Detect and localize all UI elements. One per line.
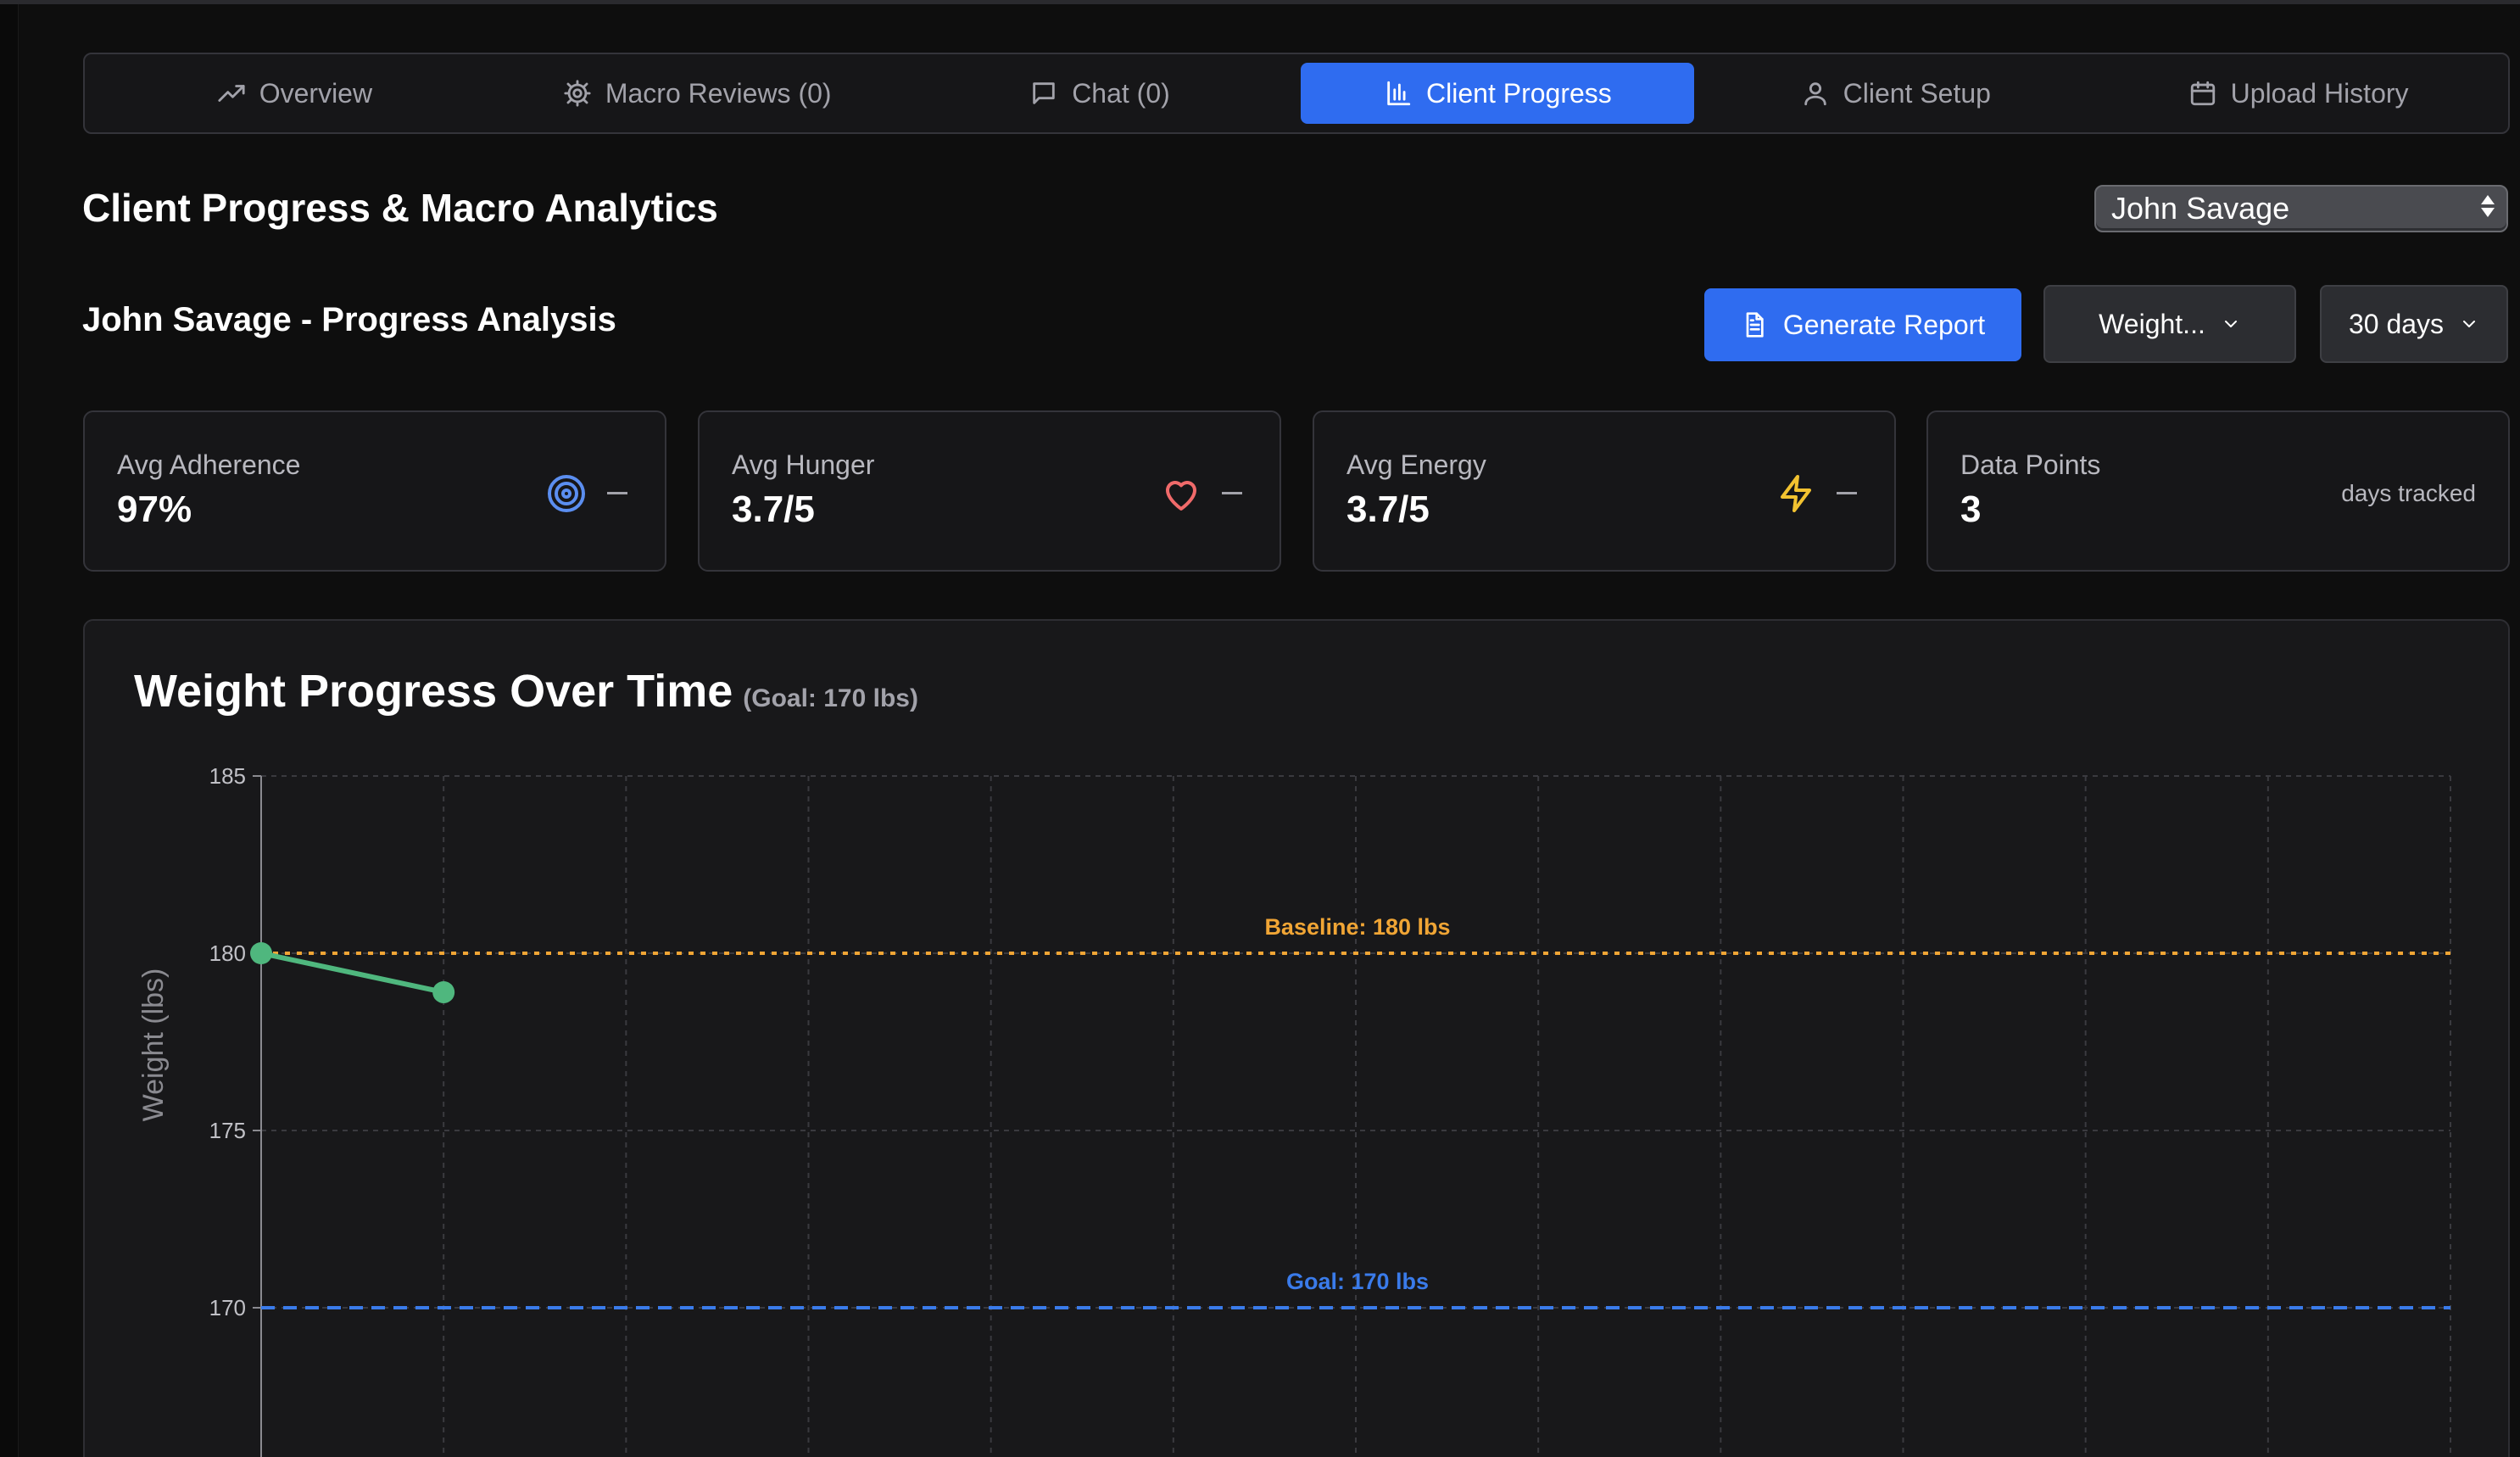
y-tick-label: 170: [209, 1295, 246, 1320]
y-tick-label: 185: [209, 763, 246, 789]
stat-card-adherence: Avg Adherence 97%: [83, 410, 666, 572]
window-top-border: [0, 0, 2520, 4]
client-select-value: John Savage: [2111, 191, 2290, 226]
generate-report-label: Generate Report: [1782, 309, 1986, 340]
tab-macro-reviews[interactable]: Macro Reviews (0): [496, 63, 899, 124]
trend-neutral-icon: [1222, 492, 1242, 494]
gear-icon: [564, 80, 591, 107]
chevron-down-icon: [2463, 321, 2476, 327]
target-icon: [546, 473, 587, 514]
stat-card-data-points: Data Points 3 days tracked: [1926, 410, 2510, 572]
generate-report-button[interactable]: Generate Report: [1704, 288, 2021, 361]
trend-neutral-icon: [607, 492, 627, 494]
stat-card-energy: Avg Energy 3.7/5: [1313, 410, 1896, 572]
tab-client-setup[interactable]: Client Setup: [1694, 63, 2097, 124]
stat-label: Data Points: [1960, 449, 2101, 480]
y-axis-label: Weight (lbs): [137, 969, 170, 1122]
range-select[interactable]: 30 days: [2320, 285, 2508, 363]
tab-label: Client Progress: [1426, 77, 1612, 109]
stat-value: 3.7/5: [732, 488, 815, 530]
weight-series-line: [259, 951, 447, 995]
document-icon: [1746, 312, 1764, 338]
left-rail: [0, 4, 19, 1457]
tab-overview[interactable]: Overview: [93, 63, 496, 124]
section-title: John Savage - Progress Analysis: [82, 301, 616, 338]
tab-label: Chat (0): [1072, 77, 1170, 109]
tab-bar: Overview Macro Reviews (0) Chat (0) Clie…: [83, 53, 2510, 134]
weight-chart-panel: Weight Progress Over Time (Goal: 170 lbs)…: [83, 619, 2510, 1457]
stat-value: 97%: [117, 488, 192, 530]
baseline-label: Baseline: 180 lbs: [1264, 914, 1450, 940]
stat-value: 3: [1960, 488, 1982, 530]
range-select-value: 30 days: [2348, 308, 2445, 339]
chat-icon: [1033, 82, 1055, 104]
chevron-down-icon: [2224, 321, 2237, 327]
tab-upload-history[interactable]: Upload History: [2097, 63, 2500, 124]
bar-chart-icon: [1387, 81, 1411, 106]
stat-label: Avg Energy: [1346, 449, 1486, 480]
tab-label: Client Setup: [1843, 77, 1991, 109]
heart-icon: [1161, 473, 1201, 514]
calendar-icon: [2190, 81, 2215, 106]
trending-up-icon: [218, 85, 245, 102]
page-title: Client Progress & Macro Analytics: [82, 186, 718, 230]
weight-data-point: [432, 980, 455, 1003]
metric-select[interactable]: Weight...: [2043, 285, 2296, 363]
stat-value: 3.7/5: [1346, 488, 1430, 530]
goal-label: Goal: 170 lbs: [1286, 1269, 1429, 1294]
stat-card-hunger: Avg Hunger 3.7/5: [698, 410, 1281, 572]
weight-data-point: [250, 942, 272, 964]
client-select[interactable]: John Savage: [2094, 185, 2508, 232]
select-arrows-icon: [2481, 195, 2495, 217]
tab-label: Macro Reviews (0): [605, 77, 832, 109]
stat-label: Avg Adherence: [117, 449, 301, 480]
metric-select-value: Weight...: [2099, 308, 2205, 339]
stat-label: Avg Hunger: [732, 449, 875, 480]
weight-line-chart: 185 180 175 170 Weight (lbs) Baseline: 180 lb…: [137, 763, 2451, 1457]
lightning-icon: [1776, 473, 1816, 514]
stat-side-text: days tracked: [2341, 480, 2476, 506]
tab-client-progress[interactable]: Client Progress: [1301, 63, 1695, 124]
trend-neutral-icon: [1837, 492, 1857, 494]
tab-label: Upload History: [2230, 77, 2409, 109]
y-tick-label: 175: [209, 1118, 246, 1143]
tab-label: Overview: [259, 77, 373, 109]
user-icon: [1804, 82, 1826, 106]
tab-chat[interactable]: Chat (0): [899, 63, 1302, 124]
y-tick-label: 180: [209, 941, 246, 966]
